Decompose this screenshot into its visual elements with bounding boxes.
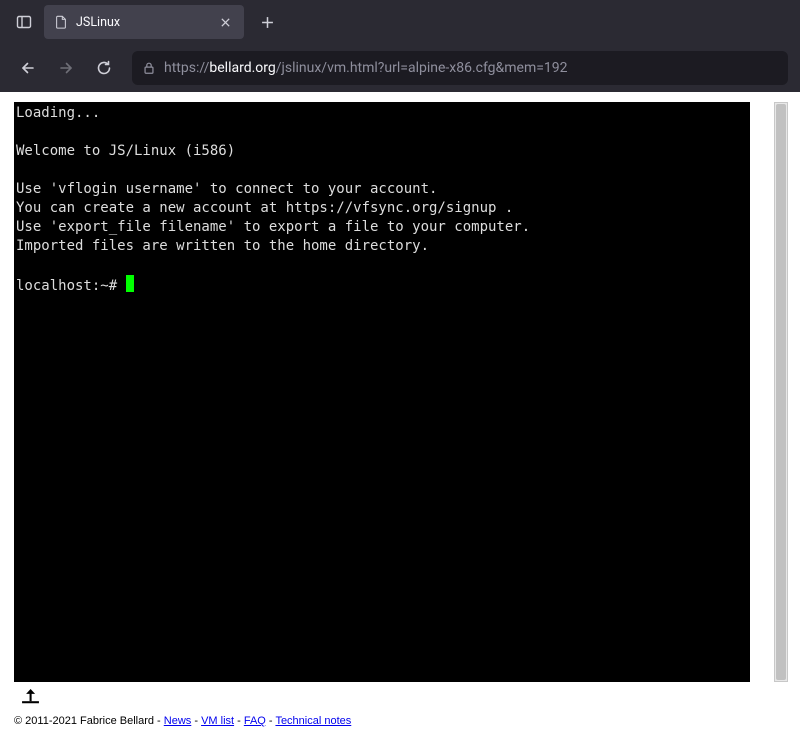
forward-button[interactable] bbox=[50, 52, 82, 84]
back-button[interactable] bbox=[12, 52, 44, 84]
footer-sep: - bbox=[191, 715, 201, 727]
terminal[interactable]: Loading... Welcome to JS/Linux (i586) Us… bbox=[14, 102, 750, 682]
reload-button[interactable] bbox=[88, 52, 120, 84]
footer-link-vmlist[interactable]: VM list bbox=[201, 715, 234, 727]
terminal-scrollbar[interactable] bbox=[774, 102, 788, 682]
footer-link-faq[interactable]: FAQ bbox=[244, 715, 266, 727]
page-content: Loading... Welcome to JS/Linux (i586) Us… bbox=[0, 92, 800, 737]
terminal-output: Loading... Welcome to JS/Linux (i586) Us… bbox=[16, 105, 530, 254]
footer-sep: - bbox=[266, 715, 276, 727]
panel-icon bbox=[16, 14, 32, 30]
browser-chrome: JSLinux bbox=[0, 0, 800, 92]
scrollbar-thumb[interactable] bbox=[776, 104, 786, 680]
url-protocol: https:// bbox=[164, 60, 209, 76]
page-icon bbox=[54, 15, 68, 29]
footer-link-news[interactable]: News bbox=[164, 715, 192, 727]
tab-title: JSLinux bbox=[76, 15, 208, 30]
url-path: /jslinux/vm.html?url=alpine-x86.cfg&mem=… bbox=[276, 60, 568, 76]
tab-bar: JSLinux bbox=[0, 0, 800, 44]
address-bar[interactable]: https://bellard.org/jslinux/vm.html?url=… bbox=[132, 51, 788, 85]
page-footer: © 2011-2021 Fabrice Bellard - News - VM … bbox=[0, 707, 800, 737]
footer-copyright: © 2011-2021 Fabrice Bellard - bbox=[14, 715, 164, 727]
url-text: https://bellard.org/jslinux/vm.html?url=… bbox=[164, 60, 568, 76]
upload-button[interactable] bbox=[0, 685, 800, 707]
lock-icon bbox=[142, 61, 156, 75]
footer-link-technotes[interactable]: Technical notes bbox=[275, 715, 351, 727]
upload-icon bbox=[22, 689, 39, 704]
arrow-right-icon bbox=[58, 60, 74, 76]
footer-sep: - bbox=[234, 715, 244, 727]
terminal-cursor bbox=[126, 275, 135, 292]
url-host: bellard.org bbox=[209, 60, 275, 76]
tab-close-button[interactable] bbox=[216, 13, 234, 31]
terminal-prompt: localhost:~# bbox=[16, 278, 126, 294]
plus-icon bbox=[261, 16, 274, 29]
terminal-container: Loading... Welcome to JS/Linux (i586) Us… bbox=[0, 92, 800, 685]
reload-icon bbox=[96, 60, 112, 76]
browser-tab[interactable]: JSLinux bbox=[44, 5, 244, 39]
sidebar-toggle-button[interactable] bbox=[8, 6, 40, 38]
new-tab-button[interactable] bbox=[252, 7, 282, 37]
arrow-left-icon bbox=[20, 60, 36, 76]
close-icon bbox=[220, 17, 231, 28]
nav-bar: https://bellard.org/jslinux/vm.html?url=… bbox=[0, 44, 800, 92]
